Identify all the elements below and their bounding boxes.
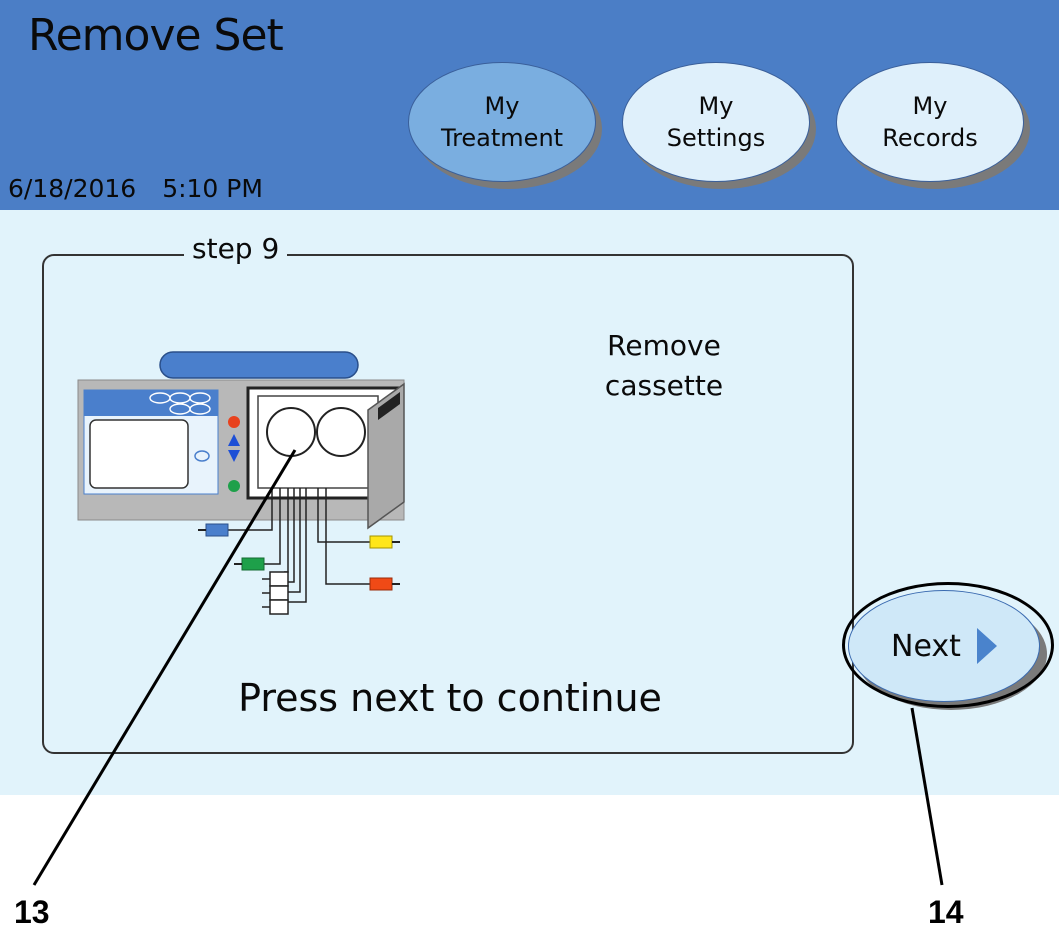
callout-line-cassette [32, 449, 297, 886]
callout-label-cassette: 13 [14, 894, 50, 930]
callout-line-next [910, 707, 944, 886]
callout-lines [32, 449, 944, 886]
callout-label-next: 14 [928, 894, 964, 930]
